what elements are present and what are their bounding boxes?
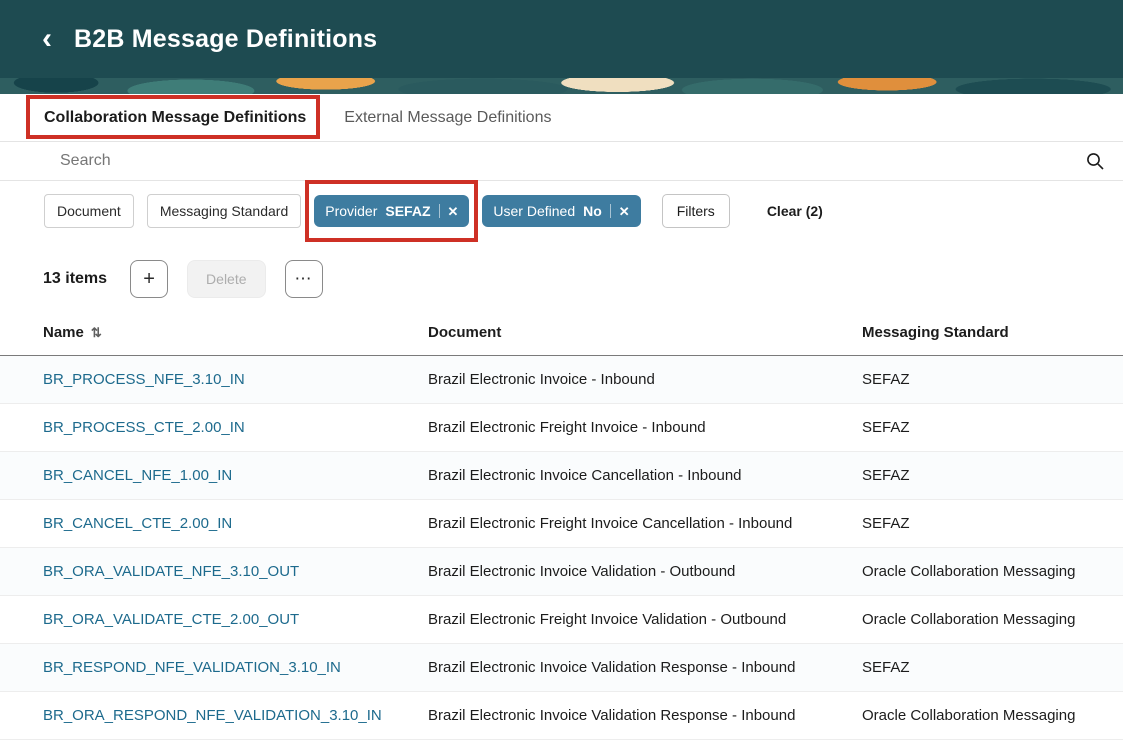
column-header-name: Name ⇅ bbox=[43, 324, 102, 341]
user-defined-filter-chip[interactable]: User Defined No ✕ bbox=[482, 195, 641, 227]
chip-value: No bbox=[583, 203, 602, 219]
tab-external-message-definitions[interactable]: External Message Definitions bbox=[344, 109, 551, 127]
messaging-standard-cell: Oracle Collaboration Messaging bbox=[862, 707, 1076, 724]
table-toolbar: 13 items + Delete ⋯ bbox=[0, 260, 1123, 298]
back-icon[interactable]: ‹ bbox=[38, 24, 56, 54]
messaging-standard-cell: SEFAZ bbox=[862, 515, 910, 532]
chip-divider bbox=[609, 204, 611, 218]
message-definitions-table: Name ⇅ Document Messaging Standard BR_PR… bbox=[0, 324, 1123, 740]
name-cell: BR_ORA_VALIDATE_CTE_2.00_OUT bbox=[43, 611, 428, 628]
tab-bar: Collaboration Message Definitions Extern… bbox=[0, 94, 1123, 141]
messaging-standard-filter-chip[interactable]: Messaging Standard bbox=[146, 194, 302, 228]
filters-button[interactable]: Filters bbox=[661, 194, 730, 228]
table-header-row: Name ⇅ Document Messaging Standard bbox=[0, 324, 1123, 356]
messaging-standard-cell: SEFAZ bbox=[862, 371, 910, 388]
remove-user-defined-filter-icon[interactable]: ✕ bbox=[619, 205, 630, 218]
chip-divider bbox=[438, 204, 440, 218]
clear-filters-button[interactable]: Clear (2) bbox=[767, 203, 823, 219]
search-input[interactable] bbox=[60, 152, 1085, 170]
decorative-banner bbox=[0, 78, 1123, 94]
chip-label: User Defined bbox=[493, 203, 576, 219]
table-row: BR_ORA_VALIDATE_CTE_2.00_OUT Brazil Elec… bbox=[0, 596, 1123, 644]
sort-icon[interactable]: ⇅ bbox=[91, 325, 102, 341]
chip-label: Provider bbox=[325, 203, 378, 219]
filter-chip-row: Document Messaging Standard Provider SEF… bbox=[0, 180, 1123, 242]
message-definition-link[interactable]: BR_ORA_RESPOND_NFE_VALIDATION_3.10_IN bbox=[43, 707, 382, 724]
table-body: BR_PROCESS_NFE_3.10_IN Brazil Electronic… bbox=[0, 356, 1123, 740]
provider-filter-chip[interactable]: Provider SEFAZ ✕ bbox=[314, 195, 470, 227]
search-bar bbox=[0, 141, 1123, 181]
table-row: BR_PROCESS_CTE_2.00_IN Brazil Electronic… bbox=[0, 404, 1123, 452]
items-count: 13 items bbox=[43, 270, 108, 287]
messaging-standard-cell: SEFAZ bbox=[862, 659, 910, 676]
tab-label: Collaboration Message Definitions bbox=[44, 108, 307, 126]
messaging-standard-cell: Oracle Collaboration Messaging bbox=[862, 611, 1076, 628]
message-definition-link[interactable]: BR_PROCESS_NFE_3.10_IN bbox=[43, 371, 245, 388]
tab-collaboration-message-definitions[interactable]: Collaboration Message Definitions bbox=[26, 94, 321, 139]
messaging-standard-cell: SEFAZ bbox=[862, 467, 910, 484]
name-cell: BR_PROCESS_CTE_2.00_IN bbox=[43, 419, 428, 436]
chip-value: SEFAZ bbox=[385, 203, 431, 219]
remove-provider-filter-icon[interactable]: ✕ bbox=[448, 205, 459, 218]
table-row: BR_ORA_RESPOND_NFE_VALIDATION_3.10_IN Br… bbox=[0, 692, 1123, 740]
document-cell: Brazil Electronic Freight Invoice Cancel… bbox=[428, 515, 793, 532]
document-cell: Brazil Electronic Invoice Validation Res… bbox=[428, 659, 796, 676]
messaging-standard-cell: SEFAZ bbox=[862, 419, 910, 436]
name-cell: BR_CANCEL_NFE_1.00_IN bbox=[43, 467, 428, 484]
table-row: BR_RESPOND_NFE_VALIDATION_3.10_IN Brazil… bbox=[0, 644, 1123, 692]
table-row: BR_CANCEL_CTE_2.00_IN Brazil Electronic … bbox=[0, 500, 1123, 548]
message-definition-link[interactable]: BR_RESPOND_NFE_VALIDATION_3.10_IN bbox=[43, 659, 341, 676]
table-row: BR_ORA_VALIDATE_NFE_3.10_OUT Brazil Elec… bbox=[0, 548, 1123, 596]
b2b-message-definitions-page: ‹ B2B Message Definitions Collaboration … bbox=[0, 0, 1123, 750]
name-cell: BR_PROCESS_NFE_3.10_IN bbox=[43, 371, 428, 388]
messaging-standard-cell: Oracle Collaboration Messaging bbox=[862, 563, 1076, 580]
app-header: ‹ B2B Message Definitions bbox=[0, 0, 1123, 78]
name-cell: BR_RESPOND_NFE_VALIDATION_3.10_IN bbox=[43, 659, 428, 676]
delete-button[interactable]: Delete bbox=[187, 260, 266, 298]
message-definition-link[interactable]: BR_ORA_VALIDATE_NFE_3.10_OUT bbox=[43, 563, 299, 580]
document-cell: Brazil Electronic Freight Invoice Valida… bbox=[428, 611, 787, 628]
document-cell: Brazil Electronic Invoice Validation Res… bbox=[428, 707, 796, 724]
name-cell: BR_ORA_RESPOND_NFE_VALIDATION_3.10_IN bbox=[43, 707, 428, 724]
column-header-messaging-standard: Messaging Standard bbox=[862, 324, 1009, 341]
column-header-document: Document bbox=[428, 324, 502, 341]
tab-label: External Message Definitions bbox=[344, 108, 552, 126]
name-cell: BR_ORA_VALIDATE_NFE_3.10_OUT bbox=[43, 563, 428, 580]
table-row: BR_PROCESS_NFE_3.10_IN Brazil Electronic… bbox=[0, 356, 1123, 404]
table-row: BR_CANCEL_NFE_1.00_IN Brazil Electronic … bbox=[0, 452, 1123, 500]
name-cell: BR_CANCEL_CTE_2.00_IN bbox=[43, 515, 428, 532]
page-title: B2B Message Definitions bbox=[74, 24, 378, 53]
document-filter-chip[interactable]: Document bbox=[44, 194, 134, 228]
message-definition-link[interactable]: BR_ORA_VALIDATE_CTE_2.00_OUT bbox=[43, 611, 299, 628]
search-icon[interactable] bbox=[1085, 151, 1105, 171]
document-cell: Brazil Electronic Freight Invoice - Inbo… bbox=[428, 419, 706, 436]
document-cell: Brazil Electronic Invoice Cancellation -… bbox=[428, 467, 742, 484]
document-cell: Brazil Electronic Invoice Validation - O… bbox=[428, 563, 736, 580]
message-definition-link[interactable]: BR_PROCESS_CTE_2.00_IN bbox=[43, 419, 245, 436]
document-cell: Brazil Electronic Invoice - Inbound bbox=[428, 371, 655, 388]
more-actions-button[interactable]: ⋯ bbox=[284, 260, 323, 298]
message-definition-link[interactable]: BR_CANCEL_CTE_2.00_IN bbox=[43, 515, 232, 532]
add-button[interactable]: + bbox=[130, 260, 169, 298]
message-definition-link[interactable]: BR_CANCEL_NFE_1.00_IN bbox=[43, 467, 232, 484]
